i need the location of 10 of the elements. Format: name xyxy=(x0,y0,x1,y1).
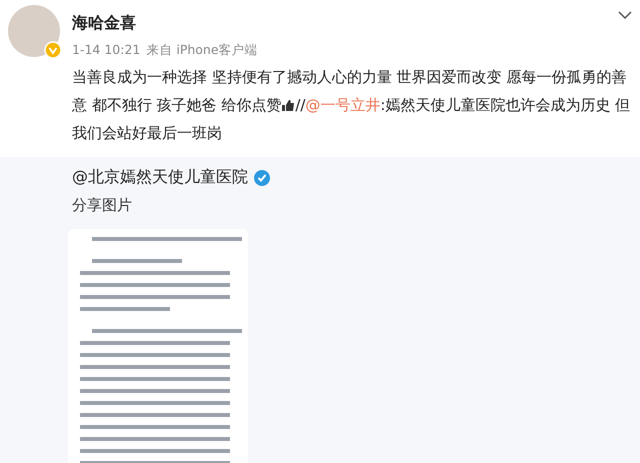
author-name[interactable]: 海哈金喜 xyxy=(72,13,258,34)
repost-author[interactable]: @北京嫣然天使儿童医院 xyxy=(72,167,248,188)
thumbs-up-icon xyxy=(281,99,296,111)
chevron-down-icon[interactable] xyxy=(618,10,632,20)
repost-text: 分享图片 xyxy=(72,196,133,215)
avatar[interactable] xyxy=(8,5,60,57)
post-time: 1-14 10:21 xyxy=(72,42,140,59)
post-source: 来自 iPhone客户端 xyxy=(146,42,258,59)
document-image-drawing[interactable] xyxy=(68,229,248,463)
post-text: 当善良成为一种选择 坚持便有了撼动人心的力量 世界因爱而改变 愿每一份孤勇的善意 都不独行 孩子她爸 给你点赞 //@一号立井:嫣然天使儿童医院也许会成为历史 但我们会站好最后一班岗 xyxy=(72,67,632,144)
